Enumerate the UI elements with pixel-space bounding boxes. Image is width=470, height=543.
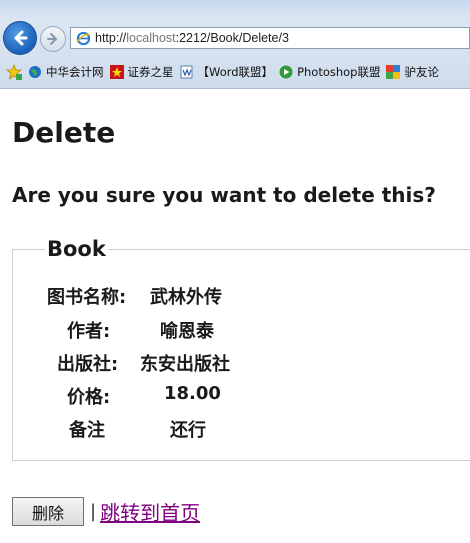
play-circle-icon [279,65,293,79]
star-logo-icon [109,65,124,79]
favorite-link-3[interactable]: Photoshop联盟 [279,64,380,80]
favorites-star[interactable] [6,64,22,80]
field-value-remark: 还行 [170,420,206,441]
favorites-star-icon [6,64,22,80]
field-label-name: 图书名称: [47,287,127,308]
favorite-link-2[interactable]: 【Word联盟】 [180,64,274,80]
browser-toolbar: http://localhost:2212/Book/Delete/3 中华会计… [0,0,470,89]
page-title: Delete [12,116,116,149]
globe-icon [28,65,42,79]
favorite-label: 中华会计网 [46,65,104,79]
back-button[interactable] [3,21,37,55]
book-details-fieldset: Book 图书名称: 武林外传 作者: 喻恩泰 出版社: 东安出版社 价格: 1… [12,238,470,461]
forward-button[interactable] [40,26,66,52]
ie-page-icon [75,30,91,46]
favorites-bar: 中华会计网 证券之星 【Word联盟】 Photoshop联盟 驴友论 [0,58,470,86]
field-value-name: 武林外传 [150,287,222,308]
field-value-publisher: 东安出版社 [140,354,230,375]
favorite-label: 证券之星 [127,65,174,79]
favorite-label: Photoshop联盟 [297,65,381,79]
favorite-label: 【Word联盟】 [197,65,274,79]
form-actions: 删除 | 跳转到首页 [12,497,200,526]
back-to-home-link[interactable]: 跳转到首页 [100,497,200,526]
field-value-author: 喻恩泰 [160,321,214,342]
field-value-price: 18.00 [164,383,221,404]
field-label-price: 价格: [67,387,111,408]
delete-button[interactable]: 删除 [12,497,84,526]
url-prefix: http:// [95,31,127,45]
url-path: :2212/Book/Delete/3 [175,31,289,45]
favorite-link-4[interactable]: 驴友论 [386,64,439,80]
fieldset-legend: Book [47,237,106,261]
window-title-strip [0,0,470,20]
address-bar[interactable]: http://localhost:2212/Book/Delete/3 [70,27,470,49]
grid-logo-icon [386,65,401,79]
separator: | [90,501,97,522]
arrow-left-icon [14,30,28,46]
url-host: localhost [126,31,176,45]
field-label-remark: 备注 [69,420,105,441]
favorite-label: 驴友论 [404,65,439,79]
favorite-link-1[interactable]: 证券之星 [109,64,174,80]
favorite-link-0[interactable]: 中华会计网 [28,64,104,80]
word-page-icon [180,65,194,79]
arrow-right-icon [47,33,57,45]
confirm-question: Are you sure you want to delete this? [12,183,436,207]
field-label-author: 作者: [67,321,111,342]
field-label-publisher: 出版社: [57,354,119,375]
